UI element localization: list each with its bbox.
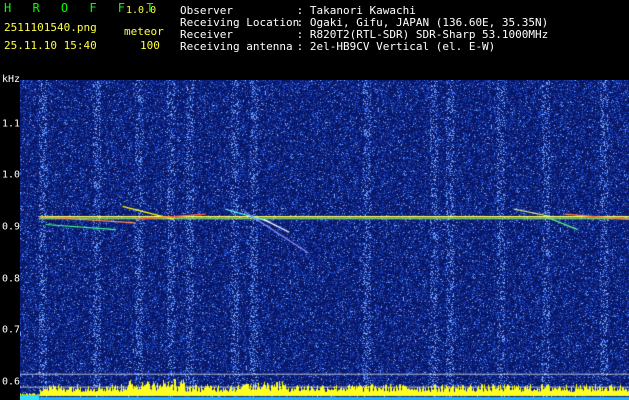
y-tick-label: 0.8	[2, 273, 21, 285]
y-tick-label: 0.6	[2, 376, 21, 388]
info-key: Receiving antenna	[180, 40, 293, 53]
y-tick-label: 1.0	[2, 169, 21, 181]
app-version: 1.0.0	[126, 5, 157, 16]
info-sep: :	[296, 40, 304, 53]
datetime: 25.11.10 15:40	[4, 39, 97, 52]
info-antenna: Receiving antenna : 2el-HB9CV Vertical (…	[180, 41, 495, 53]
count-value: 100	[140, 39, 160, 52]
y-axis-label: kHz	[2, 74, 21, 85]
y-tick-label: 0.9	[2, 221, 21, 233]
file-name: 2511101540.png	[4, 21, 97, 34]
hrofft-window: { "app": { "title": "H R O F F T", "vers…	[0, 0, 629, 400]
y-tick-label: 1.1	[2, 118, 21, 130]
mode-label: meteor	[124, 25, 164, 38]
info-value: 2el-HB9CV Vertical (el. E-W)	[309, 40, 496, 53]
spectrogram-canvas	[20, 80, 629, 400]
y-tick-label: 0.7	[2, 324, 21, 336]
